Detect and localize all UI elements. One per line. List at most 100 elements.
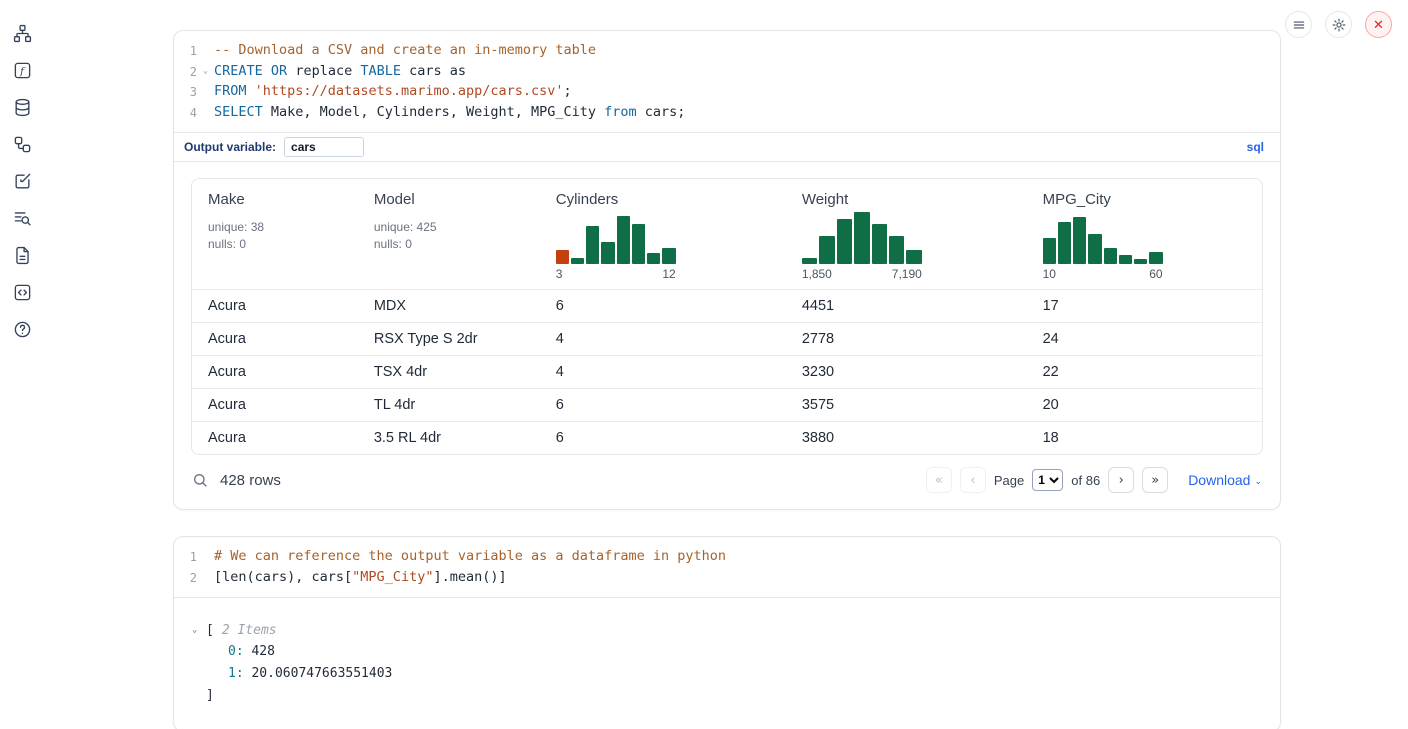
column-name[interactable]: Cylinders — [556, 191, 770, 208]
output-variable-row: Output variable: sql — [174, 132, 1280, 162]
histogram-bar[interactable] — [601, 242, 614, 264]
sidebar-button-snippets[interactable] — [11, 281, 33, 303]
last-page-button[interactable]: » — [1142, 467, 1168, 493]
page-total-label: of 86 — [1071, 473, 1100, 488]
sidebar-button-file-explorer[interactable] — [11, 22, 33, 44]
language-badge[interactable]: sql — [1247, 140, 1270, 154]
first-page-button[interactable]: « — [926, 467, 952, 493]
histogram-bar[interactable] — [1119, 255, 1132, 264]
chevron-right-icon: › — [1119, 473, 1124, 488]
table-cell: 18 — [1027, 422, 1262, 455]
sidebar-button-dependency-graph[interactable] — [11, 133, 33, 155]
histogram-bar[interactable] — [586, 226, 599, 264]
download-label: Download — [1188, 472, 1250, 488]
column-name[interactable]: Weight — [802, 191, 1011, 208]
result-tree-header: ⌄ [ 2 Items — [192, 620, 1262, 641]
code-line[interactable]: 4SELECT Make, Model, Cylinders, Weight, … — [174, 103, 1280, 124]
sql-code-editor[interactable]: 1-- Download a CSV and create an in-memo… — [174, 31, 1280, 132]
row-count: 428 rows — [220, 472, 281, 489]
histogram-bar[interactable] — [1149, 252, 1162, 264]
table-cell: 2778 — [786, 323, 1027, 356]
output-variable-input[interactable] — [284, 137, 364, 157]
table-row[interactable]: AcuraRSX Type S 2dr4277824 — [192, 323, 1262, 356]
table-cell: 3880 — [786, 422, 1027, 455]
histogram-bar[interactable] — [1043, 238, 1056, 264]
column-name[interactable]: MPG_City — [1043, 191, 1246, 208]
result-entry: 0: 428 — [192, 641, 1262, 663]
fold-gutter — [197, 82, 214, 103]
column-header[interactable]: Cylinders 312 — [540, 179, 786, 290]
sidebar-button-help[interactable] — [11, 318, 33, 340]
table-row[interactable]: AcuraMDX6445117 — [192, 290, 1262, 323]
table-cell: TL 4dr — [358, 389, 540, 422]
settings-button[interactable] — [1325, 11, 1352, 38]
table-cell: 6 — [540, 389, 786, 422]
column-header[interactable]: Makeunique: 38nulls: 0 — [192, 179, 358, 290]
menu-button[interactable] — [1285, 11, 1312, 38]
sidebar-button-documentation[interactable] — [11, 244, 33, 266]
column-header[interactable]: Weight 1,8507,190 — [786, 179, 1027, 290]
histogram-bar[interactable] — [1134, 259, 1147, 264]
fold-chevron-icon[interactable]: ⌄ — [197, 62, 214, 83]
table-cell: 6 — [540, 422, 786, 455]
code-text: SELECT Make, Model, Cylinders, Weight, M… — [214, 103, 685, 124]
sidebar-button-logs[interactable] — [11, 207, 33, 229]
histogram-bar[interactable] — [1104, 248, 1117, 264]
line-number: 1 — [174, 547, 197, 568]
close-button[interactable]: ✕ — [1365, 11, 1392, 38]
fold-gutter — [197, 568, 214, 589]
next-page-button[interactable]: › — [1108, 467, 1134, 493]
histogram-bar[interactable] — [889, 236, 904, 264]
page-select[interactable]: 1 — [1032, 469, 1063, 491]
table-cell: 20 — [1027, 389, 1262, 422]
histogram-bar[interactable] — [819, 236, 834, 264]
line-number: 2 — [174, 568, 197, 589]
histogram-bar[interactable] — [617, 216, 630, 264]
code-line[interactable]: 3FROM 'https://datasets.marimo.app/cars.… — [174, 82, 1280, 103]
column-histogram[interactable]: 1,8507,190 — [802, 214, 922, 281]
table-cell: Acura — [192, 290, 358, 323]
histogram-bar[interactable] — [571, 258, 584, 264]
table-cell: Acura — [192, 389, 358, 422]
table-cell: 22 — [1027, 356, 1262, 389]
column-name[interactable]: Model — [374, 191, 524, 208]
histogram-bar[interactable] — [872, 224, 887, 264]
prev-page-button[interactable]: ‹ — [960, 467, 986, 493]
column-header[interactable]: MPG_City 1060 — [1027, 179, 1262, 290]
window-controls: ✕ — [1285, 11, 1392, 38]
histogram-bar[interactable] — [556, 250, 569, 264]
sidebar-button-data-sources[interactable] — [11, 96, 33, 118]
histogram-bar[interactable] — [1058, 222, 1071, 264]
column-name[interactable]: Make — [208, 191, 342, 208]
table-row[interactable]: AcuraTL 4dr6357520 — [192, 389, 1262, 422]
sidebar-button-scratchpad[interactable] — [11, 170, 33, 192]
download-button[interactable]: Download ⌄ — [1188, 472, 1262, 488]
close-icon: ✕ — [1373, 18, 1384, 31]
table-row[interactable]: Acura3.5 RL 4dr6388018 — [192, 422, 1262, 455]
code-line[interactable]: 2[len(cars), cars["MPG_City"].mean()] — [174, 568, 1280, 589]
histogram-bar[interactable] — [662, 248, 675, 264]
code-line[interactable]: 1# We can reference the output variable … — [174, 547, 1280, 568]
collapse-chevron-icon[interactable]: ⌄ — [192, 620, 206, 641]
sidebar-button-variables[interactable]: f — [11, 59, 33, 81]
database-icon — [13, 98, 32, 117]
histogram-bar[interactable] — [837, 219, 852, 264]
histogram-bar[interactable] — [1088, 234, 1101, 264]
histogram-bar[interactable] — [647, 253, 660, 264]
table-row[interactable]: AcuraTSX 4dr4323022 — [192, 356, 1262, 389]
column-histogram[interactable]: 312 — [556, 214, 676, 281]
chevron-down-icon: ⌄ — [1254, 474, 1262, 487]
histogram-bar[interactable] — [1073, 217, 1086, 264]
code-line[interactable]: 2⌄CREATE OR replace TABLE cars as — [174, 62, 1280, 83]
table-cell: 4451 — [786, 290, 1027, 323]
column-histogram[interactable]: 1060 — [1043, 214, 1163, 281]
search-icon[interactable] — [192, 472, 208, 488]
python-code-editor[interactable]: 1# We can reference the output variable … — [174, 537, 1280, 597]
table-cell: Acura — [192, 356, 358, 389]
histogram-bar[interactable] — [854, 212, 869, 264]
code-line[interactable]: 1-- Download a CSV and create an in-memo… — [174, 41, 1280, 62]
column-header[interactable]: Modelunique: 425nulls: 0 — [358, 179, 540, 290]
histogram-bar[interactable] — [632, 224, 645, 264]
histogram-bar[interactable] — [906, 250, 921, 264]
histogram-bar[interactable] — [802, 258, 817, 264]
